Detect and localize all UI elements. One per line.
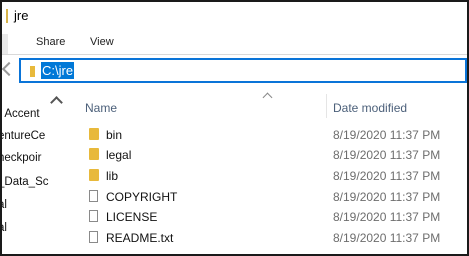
file-row[interactable]: LICENSE 8/19/2020 11:37 PM bbox=[65, 207, 467, 227]
nav-item[interactable]: entureCe bbox=[2, 130, 45, 142]
file-row[interactable]: legal 8/19/2020 11:37 PM bbox=[65, 145, 467, 165]
file-date: 8/19/2020 11:37 PM bbox=[333, 128, 441, 142]
file-icon bbox=[89, 231, 98, 243]
file-date: 8/19/2020 11:37 PM bbox=[333, 210, 441, 224]
nav-item[interactable]: al bbox=[2, 199, 7, 211]
file-icon bbox=[89, 190, 98, 202]
file-date: 8/19/2020 11:37 PM bbox=[333, 148, 441, 162]
column-divider[interactable] bbox=[326, 94, 327, 118]
tab-view[interactable]: View bbox=[90, 36, 114, 48]
sort-up-icon bbox=[262, 92, 273, 103]
folder-icon bbox=[89, 169, 99, 181]
folder-icon bbox=[89, 128, 99, 140]
column-name-header[interactable]: Name bbox=[85, 101, 117, 115]
file-date: 8/19/2020 11:37 PM bbox=[333, 231, 441, 245]
title-bar: jre bbox=[2, 2, 467, 30]
file-row[interactable]: lib 8/19/2020 11:37 PM bbox=[65, 166, 467, 186]
nav-item[interactable]: heckpoir bbox=[2, 152, 41, 164]
file-row[interactable]: README.txt 8/19/2020 11:37 PM bbox=[65, 228, 467, 248]
address-row: C:\jre bbox=[2, 55, 467, 85]
window-title: jre bbox=[14, 8, 29, 23]
folder-icon bbox=[89, 148, 99, 160]
nav-scrollbar[interactable] bbox=[50, 94, 65, 254]
file-row[interactable]: COPYRIGHT 8/19/2020 11:37 PM bbox=[65, 187, 467, 207]
file-icon bbox=[89, 210, 98, 222]
address-bar[interactable]: C:\jre bbox=[19, 58, 467, 83]
file-name: legal bbox=[106, 148, 132, 162]
folder-icon bbox=[6, 9, 8, 23]
back-arrow-icon[interactable] bbox=[2, 61, 17, 77]
address-path[interactable]: C:\jre bbox=[41, 62, 75, 79]
file-row[interactable]: bin 8/19/2020 11:37 PM bbox=[65, 125, 467, 145]
file-name: bin bbox=[106, 128, 123, 142]
column-header: Name Date modified bbox=[65, 92, 467, 118]
tab-file[interactable] bbox=[2, 34, 8, 54]
ribbon-tabs: Share View bbox=[2, 30, 467, 54]
file-name: README.txt bbox=[106, 231, 174, 245]
nav-item[interactable]: al bbox=[2, 222, 7, 234]
file-date: 8/19/2020 11:37 PM bbox=[333, 190, 441, 204]
nav-item[interactable]: - Accent bbox=[2, 108, 40, 120]
folder-icon bbox=[30, 66, 35, 77]
file-name: LICENSE bbox=[106, 210, 158, 224]
column-date-header[interactable]: Date modified bbox=[333, 101, 407, 115]
nav-item[interactable]: _Data_Sc bbox=[2, 176, 49, 188]
scroll-up-icon[interactable] bbox=[50, 96, 63, 109]
explorer-window: jre Share View C:\jre - Accent entureCe … bbox=[0, 0, 469, 256]
file-name: COPYRIGHT bbox=[106, 190, 178, 204]
file-name: lib bbox=[106, 169, 119, 183]
file-date: 8/19/2020 11:37 PM bbox=[333, 169, 441, 183]
tab-share[interactable]: Share bbox=[36, 36, 65, 48]
